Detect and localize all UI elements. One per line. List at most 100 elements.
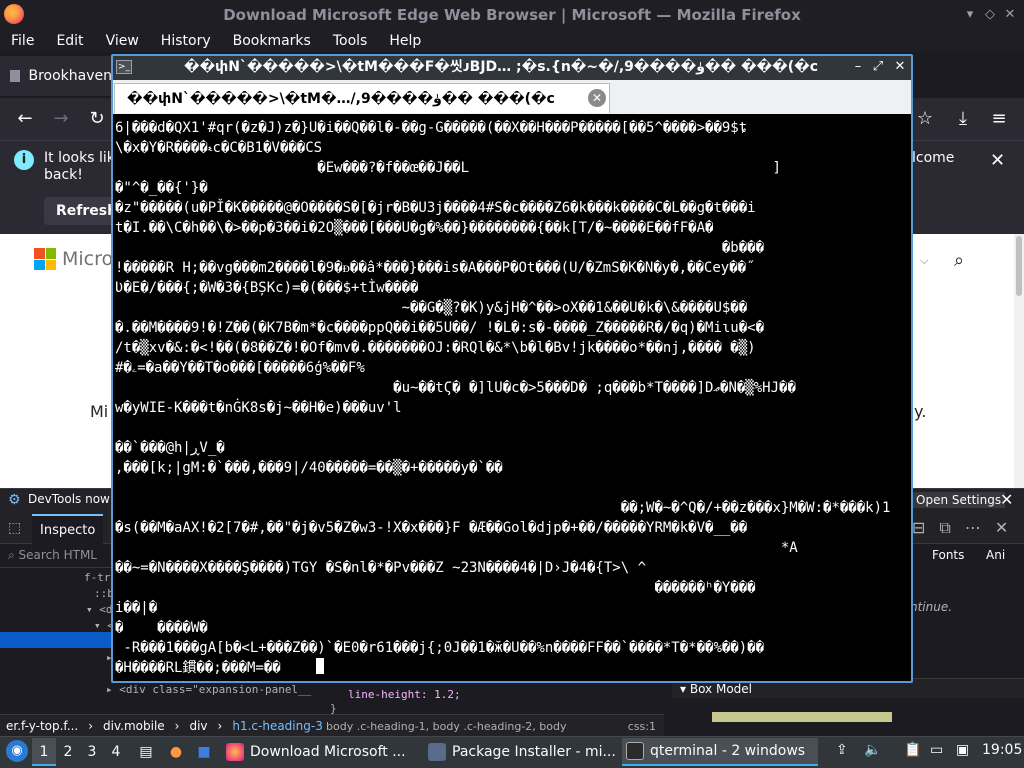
tab-inspector[interactable]: Inspecto: [32, 514, 104, 544]
chevron-down-icon[interactable]: ⌵: [920, 254, 928, 268]
minimize-icon[interactable]: ▾: [962, 7, 978, 23]
tab-label: Inspecto: [40, 523, 96, 538]
close-icon[interactable]: ✕: [1000, 490, 1013, 509]
page-text-right: y.: [914, 402, 927, 421]
search-input[interactable]: ⌕ Search HTML: [8, 548, 97, 563]
workspace-4[interactable]: 4: [104, 738, 128, 766]
markup-line-selected[interactable]: [0, 632, 112, 648]
menu-bookmarks[interactable]: Bookmarks: [222, 33, 322, 49]
breadcrumb-item-active[interactable]: h1.c-heading-3: [232, 719, 322, 733]
terminal-line: � ����W�: [115, 620, 208, 636]
css-source-crumb: body .c-heading-1, body .c-heading-2, bo…: [326, 720, 656, 733]
terminal-icon: >_: [116, 60, 132, 74]
more-icon[interactable]: ⋯: [965, 518, 995, 537]
hamburger-icon[interactable]: ≡: [988, 108, 1010, 130]
terminal-output[interactable]: 6|���d�QX1'#qr(�z�J)z�}U�i��Q��l�-��g-G�…: [113, 114, 911, 681]
volume-icon[interactable]: 🔈: [864, 742, 881, 758]
minimize-icon[interactable]: –: [850, 58, 866, 76]
terminal-window-title: ��փN`�����>\�tM���F�씻ᴊBJD… ;�s.{n�~�/,9�…: [184, 59, 819, 75]
start-menu-icon[interactable]: ◉: [6, 740, 28, 762]
menu-file[interactable]: File: [0, 33, 45, 49]
display-icon[interactable]: ▭: [930, 742, 943, 758]
star-icon[interactable]: ☆: [914, 108, 936, 130]
dock-icon[interactable]: ⊟: [912, 518, 939, 537]
terminal-line: �u~��tϚ� �]lU�c�>5���D� ;q���b*T����]Dޢ�…: [115, 380, 796, 396]
menu-history[interactable]: History: [150, 33, 222, 49]
close-icon[interactable]: ✕: [1002, 7, 1018, 23]
markup-line[interactable]: f-tr: [0, 570, 112, 586]
workspace-1[interactable]: 1: [32, 738, 56, 766]
tab-fonts[interactable]: Fonts: [932, 548, 964, 562]
markup-line[interactable]: ▾ <di: [0, 602, 112, 618]
tab-animations[interactable]: Ani: [986, 548, 1005, 562]
firefox-titlebar: Download Microsoft Edge Web Browser | Mi…: [0, 0, 1024, 30]
css-declaration[interactable]: line-height: 1.2;: [348, 688, 461, 701]
terminal-line: �z"�����(u�PǏ�K�����@�O����S�[�jr�B�U3j�…: [115, 200, 756, 216]
reload-icon[interactable]: ↻: [86, 108, 108, 130]
menu-bar: File Edit View History Bookmarks Tools H…: [0, 30, 1024, 52]
terminal-line: �s(��M�aAX!�2[7�#,��"�j�v5�Z�w3-!X�x���}…: [115, 520, 748, 536]
taskbar-app-firefox[interactable]: Download Microsoft ...: [222, 738, 418, 766]
firefox-icon[interactable]: ●: [164, 738, 188, 766]
terminal-line: ��;W�~�^Q�/+��z���x}M�W:�*���k)1: [115, 500, 891, 516]
terminal-line: *A: [115, 540, 798, 556]
window-icon[interactable]: ■: [192, 738, 216, 766]
terminal-line: ~��G�▒?�K)y&jH�^��>oX��1&��U�k�\&����U$�…: [115, 300, 748, 316]
tab-label: Brookhaven: [28, 68, 112, 84]
window-title: Download Microsoft Edge Web Browser | Mi…: [223, 6, 801, 24]
workspace-2[interactable]: 2: [56, 738, 80, 766]
upload-icon[interactable]: ⇪: [836, 742, 848, 758]
devtools-icon: ⚙: [8, 492, 21, 508]
back-arrow-icon[interactable]: ←: [14, 108, 36, 130]
element-picker-icon[interactable]: ⬚: [8, 520, 21, 536]
scrollbar-thumb[interactable]: [1016, 236, 1022, 296]
close-icon[interactable]: ✕: [990, 150, 1005, 171]
chevron-right-icon: ›: [88, 718, 94, 733]
maximize-icon[interactable]: ⤢: [870, 58, 886, 76]
breadcrumb-item[interactable]: div.mobile: [103, 719, 165, 733]
panel-hint-text: ntinue.: [910, 600, 953, 614]
menu-tools[interactable]: Tools: [322, 33, 379, 49]
close-icon[interactable]: ✕: [892, 58, 908, 76]
close-icon[interactable]: ✕: [588, 89, 606, 107]
microsoft-logo-text[interactable]: Micro: [62, 248, 113, 270]
terminal-cursor: [316, 658, 324, 674]
terminal-line: i��|�: [115, 600, 158, 616]
menu-edit[interactable]: Edit: [45, 33, 94, 49]
open-settings-button[interactable]: Open Settings: [912, 492, 1006, 508]
markup-line[interactable]: ▸ <div class="expansion-panel__: [0, 682, 330, 698]
chevron-right-icon: ›: [217, 718, 223, 733]
terminal-tab[interactable]: ��փN`�����>\�tM�…/,9����ۈ�� ���(�c: [114, 83, 610, 113]
terminal-line: ��~=�N����X����Ş����)TGY �S�nl�*�Pv���Z …: [115, 560, 647, 576]
markup-line[interactable]: ::b: [0, 586, 112, 602]
breadcrumb-item[interactable]: div: [189, 719, 207, 733]
terminal-line: �"^�_��{'}�: [115, 180, 208, 196]
terminal-line: �.��M����9!�!Z��(�K7B�m*�c����ppQ��i��5U…: [115, 320, 765, 336]
network-icon[interactable]: ▣: [956, 742, 969, 758]
firefox-logo-icon: [4, 4, 24, 24]
menu-view[interactable]: View: [95, 33, 150, 49]
terminal-line: /t�▒xv�&:�<!��(�8��Z�!�Of�mv�.�������OJ:…: [115, 340, 756, 356]
close-icon[interactable]: ✕: [995, 518, 1022, 537]
menu-help[interactable]: Help: [378, 33, 432, 49]
breadcrumb-item[interactable]: er.f-y-top.f...: [6, 719, 78, 733]
forward-arrow-icon[interactable]: →: [50, 108, 72, 130]
microsoft-logo-icon[interactable]: [34, 248, 56, 270]
search-icon[interactable]: ⌕: [954, 250, 964, 271]
terminal-line: �Ew���?�f��œ��J��L ]: [115, 160, 781, 176]
download-icon[interactable]: ⤓: [952, 108, 974, 130]
devtools-notice-text: DevTools now f: [28, 492, 118, 506]
responsive-icon[interactable]: ⧉: [939, 518, 964, 537]
markup-line[interactable]: ▸: [0, 650, 112, 666]
chevron-right-icon: ›: [174, 718, 180, 733]
terminal-icon: [626, 742, 644, 760]
workspace-3[interactable]: 3: [80, 738, 104, 766]
file-manager-icon[interactable]: ▤: [134, 738, 158, 766]
terminal-line: ��`���@h|ڕV_�: [115, 440, 225, 456]
terminal-line: \�x�Y�R����ޑc�C�B1�V���CS: [115, 140, 323, 156]
taskbar-app-package-installer[interactable]: Package Installer - mi...: [424, 738, 620, 766]
clipboard-icon[interactable]: 📋: [904, 742, 921, 758]
taskbar-app-qterminal[interactable]: qterminal - 2 windows: [622, 738, 818, 766]
tab-brookhaven[interactable]: Brookhaven: [0, 56, 112, 96]
restore-icon[interactable]: ◇: [982, 7, 998, 23]
